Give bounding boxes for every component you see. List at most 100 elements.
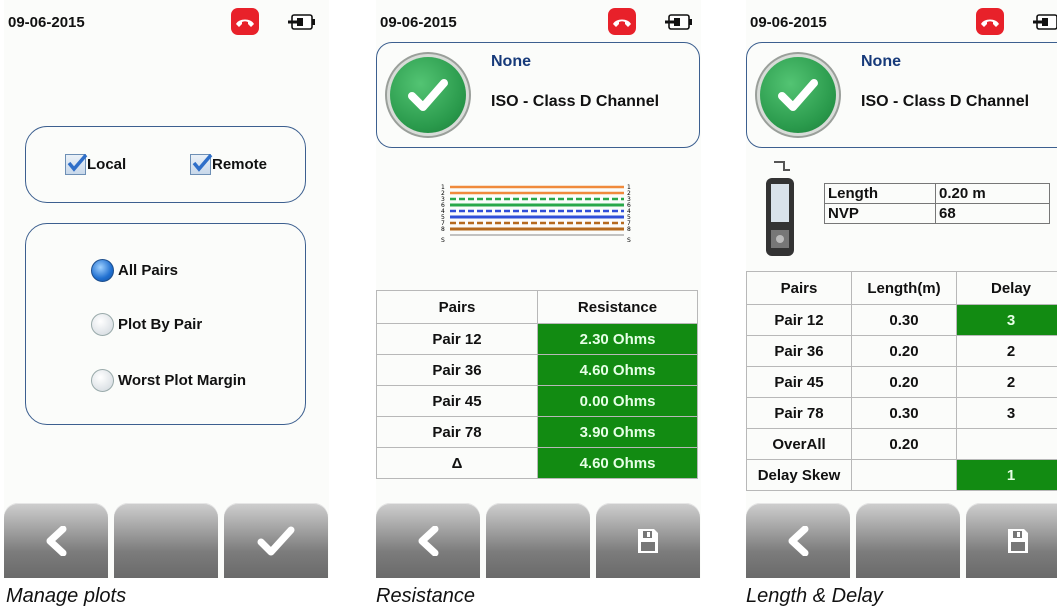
result-status: None bbox=[491, 53, 531, 70]
save-button[interactable] bbox=[966, 503, 1057, 578]
delay-header: Delay bbox=[956, 271, 1057, 305]
phone-hangup-icon[interactable] bbox=[231, 8, 259, 35]
length-cell: 0.30 bbox=[851, 304, 957, 336]
blank-button[interactable] bbox=[114, 503, 218, 578]
nvp-value: 68 bbox=[935, 203, 1050, 224]
table-row: Pair 45 0.20 2 bbox=[746, 366, 1057, 398]
radio-selected-icon bbox=[91, 259, 114, 282]
resistance-cell: 3.90 Ohms bbox=[537, 416, 698, 448]
delay-skew-cell: Delay Skew bbox=[746, 459, 852, 491]
bottom-button-bar bbox=[746, 503, 1057, 578]
result-header: None ISO - Class D Channel bbox=[376, 42, 700, 148]
wiremap-diagram: 1 2 3 6 4 5 7 8 S 1 2 3 6 4 5 7 8 S bbox=[441, 184, 631, 244]
date-label: 09-06-2015 bbox=[750, 14, 827, 31]
worst-plot-margin-radio[interactable]: Worst Plot Margin bbox=[91, 369, 246, 392]
nvp-row: NVP 68 bbox=[824, 203, 1050, 224]
table-row: Pair 12 2.30 Ohms bbox=[376, 323, 698, 355]
result-header: None ISO - Class D Channel bbox=[746, 42, 1057, 148]
length-cell: 0.20 bbox=[851, 366, 957, 398]
length-cell: 0.30 bbox=[851, 397, 957, 429]
shield-label: S bbox=[441, 237, 445, 244]
table-row: Pair 78 0.30 3 bbox=[746, 397, 1057, 429]
local-checkbox[interactable]: Local bbox=[65, 153, 126, 175]
length-cell: 0.20 bbox=[851, 428, 957, 460]
phone-hangup-icon[interactable] bbox=[976, 8, 1004, 35]
pass-check-icon bbox=[390, 57, 466, 133]
delta-cell: Δ bbox=[376, 447, 538, 479]
all-pairs-radio[interactable]: All Pairs bbox=[91, 259, 178, 282]
pair-cell: Pair 45 bbox=[746, 366, 852, 398]
table-row: Pair 45 0.00 Ohms bbox=[376, 385, 698, 417]
radio-unselected-icon bbox=[91, 313, 114, 336]
back-button[interactable] bbox=[4, 503, 108, 578]
pair-cell: Pair 36 bbox=[376, 354, 538, 386]
confirm-button[interactable] bbox=[224, 503, 328, 578]
resistance-screen: 09-06-2015 None ISO - Class D Channel 1 … bbox=[376, 0, 701, 578]
pass-check-icon bbox=[760, 57, 836, 133]
pairs-header: Pairs bbox=[746, 271, 852, 305]
delay-cell: 3 bbox=[956, 304, 1057, 336]
resistance-cell: 2.30 Ohms bbox=[537, 323, 698, 355]
save-disk-icon bbox=[638, 528, 658, 553]
bottom-button-bar bbox=[376, 503, 701, 578]
shield-label: S bbox=[627, 237, 631, 244]
length-nvp-table: Length 0.20 m NVP 68 bbox=[824, 183, 1050, 224]
checkmark-icon bbox=[257, 526, 295, 555]
plot-by-pair-radio[interactable]: Plot By Pair bbox=[91, 313, 202, 336]
save-button[interactable] bbox=[596, 503, 700, 578]
pin-label: 8 bbox=[441, 226, 445, 233]
phone-hangup-icon[interactable] bbox=[608, 8, 636, 35]
length-delay-table: Pairs Length(m) Delay Pair 12 0.30 3 Pair … bbox=[746, 271, 1057, 491]
table-row: Δ 4.60 Ohms bbox=[376, 447, 698, 479]
resistance-cell: 4.60 Ohms bbox=[537, 447, 698, 479]
resistance-table: Pairs Resistance Pair 12 2.30 Ohms Pair 3… bbox=[376, 290, 698, 479]
pair-cell: Pair 12 bbox=[376, 323, 538, 355]
delay-cell bbox=[956, 428, 1057, 460]
blank-button[interactable] bbox=[486, 503, 590, 578]
length-value: 0.20 m bbox=[935, 183, 1050, 204]
back-chevron-icon bbox=[788, 525, 809, 556]
delay-cell: 2 bbox=[956, 366, 1057, 398]
length-cell bbox=[851, 459, 957, 491]
pair-cell: Pair 45 bbox=[376, 385, 538, 417]
plot-by-pair-label: Plot By Pair bbox=[118, 316, 203, 333]
local-check-icon bbox=[65, 153, 88, 175]
handheld-tester-icon bbox=[766, 161, 794, 256]
pin-label: 8 bbox=[627, 226, 631, 233]
test-standard: ISO - Class D Channel bbox=[861, 93, 1030, 110]
resistance-caption: Resistance bbox=[376, 585, 475, 607]
length-row: Length 0.20 m bbox=[824, 183, 1050, 204]
manage-plots-screen: 09-06-2015 Local Remote All Pairs Plot B… bbox=[4, 0, 329, 578]
delay-cell: 1 bbox=[956, 459, 1057, 491]
length-cell: 0.20 bbox=[851, 335, 957, 367]
table-header-row: Pairs Resistance bbox=[376, 290, 698, 324]
battery-plug-icon bbox=[665, 14, 694, 30]
table-row: Pair 78 3.90 Ohms bbox=[376, 416, 698, 448]
back-button[interactable] bbox=[376, 503, 480, 578]
back-button[interactable] bbox=[746, 503, 850, 578]
length-delay-caption: Length & Delay bbox=[746, 585, 883, 607]
resistance-cell: 4.60 Ohms bbox=[537, 354, 698, 386]
bottom-button-bar bbox=[4, 503, 329, 578]
resistance-header: Resistance bbox=[537, 290, 698, 324]
length-header: Length(m) bbox=[851, 271, 957, 305]
worst-plot-margin-label: Worst Plot Margin bbox=[118, 372, 247, 389]
save-disk-icon bbox=[1008, 528, 1028, 553]
table-row: Pair 12 0.30 3 bbox=[746, 304, 1057, 336]
pair-cell: Pair 78 bbox=[376, 416, 538, 448]
test-standard: ISO - Class D Channel bbox=[491, 93, 660, 110]
table-row: Pair 36 0.20 2 bbox=[746, 335, 1057, 367]
resistance-cell: 0.00 Ohms bbox=[537, 385, 698, 417]
pair-cell: Pair 12 bbox=[746, 304, 852, 336]
back-chevron-icon bbox=[46, 525, 67, 556]
remote-checkbox[interactable]: Remote bbox=[190, 153, 267, 175]
pairs-header: Pairs bbox=[376, 290, 538, 324]
battery-plug-icon bbox=[1033, 14, 1057, 30]
pair-cell: Pair 78 bbox=[746, 397, 852, 429]
table-row: Pair 36 4.60 Ohms bbox=[376, 354, 698, 386]
blank-button[interactable] bbox=[856, 503, 960, 578]
delay-cell: 3 bbox=[956, 397, 1057, 429]
nvp-label: NVP bbox=[824, 203, 936, 224]
all-pairs-label: All Pairs bbox=[118, 262, 179, 279]
length-delay-screen: 09-06-2015 None ISO - Class D Channel Le… bbox=[746, 0, 1057, 578]
